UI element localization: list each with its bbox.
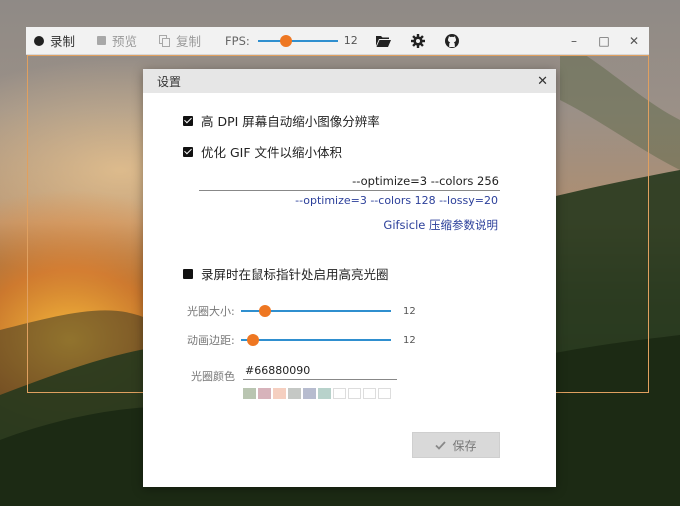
anim-margin-label: 动画边距: — [187, 334, 235, 347]
color-swatch[interactable] — [318, 388, 331, 399]
save-button[interactable]: 保存 — [412, 432, 500, 458]
optimize-gif-label: 优化 GIF 文件以缩小体积 — [201, 145, 343, 160]
optimize-gif-option[interactable]: 优化 GIF 文件以缩小体积 — [183, 142, 342, 161]
color-swatch[interactable] — [303, 388, 316, 399]
halo-color-input[interactable] — [243, 361, 397, 380]
optimize-preset-link[interactable]: --optimize=3 --colors 128 --lossy=20 — [295, 194, 498, 207]
minimize-button[interactable]: – — [559, 34, 589, 48]
high-dpi-label: 高 DPI 屏幕自动缩小图像分辨率 — [201, 114, 380, 129]
fps-slider-handle[interactable] — [279, 34, 292, 47]
record-label: 录制 — [50, 34, 76, 49]
recorder-toolbar: 录制 预览 复制 FPS: 12 – □ ✕ — [26, 27, 649, 55]
color-swatch[interactable] — [258, 388, 271, 399]
cursor-halo-option[interactable]: 录屏时在鼠标指针处启用高亮光圈 — [183, 264, 389, 283]
fps-slider[interactable] — [257, 34, 338, 47]
preview-icon — [97, 36, 107, 45]
halo-size-value: 12 — [403, 305, 416, 317]
record-icon — [34, 35, 44, 46]
checkmark-icon — [435, 440, 447, 450]
settings-dialog: 设置 ✕ 高 DPI 屏幕自动缩小图像分辨率 优化 GIF 文件以缩小体积 --… — [143, 69, 556, 487]
color-swatch[interactable] — [288, 388, 301, 399]
halo-size-slider[interactable] — [241, 305, 391, 317]
halo-size-label: 光圈大小: — [187, 305, 235, 318]
color-swatch[interactable] — [348, 388, 361, 399]
cursor-halo-label: 录屏时在鼠标指针处启用高亮光圈 — [201, 267, 389, 282]
optimize-args-input[interactable] — [199, 172, 500, 191]
copy-label: 复制 — [176, 34, 202, 49]
copy-button[interactable]: 复制 — [159, 31, 201, 50]
window-controls: – □ ✕ — [559, 27, 649, 55]
gear-icon — [410, 33, 425, 48]
folder-icon — [376, 35, 392, 47]
preview-button[interactable]: 预览 — [97, 31, 137, 50]
dialog-title: 设置 — [157, 74, 182, 89]
high-dpi-checkbox[interactable] — [183, 115, 193, 126]
anim-margin-row: 动画边距: 12 — [187, 332, 416, 348]
fps-label: FPS: — [225, 33, 250, 48]
halo-size-row: 光圈大小: 12 — [187, 303, 416, 319]
halo-size-slider-handle[interactable] — [259, 305, 271, 317]
dialog-header: 设置 ✕ — [143, 69, 556, 93]
color-swatch[interactable] — [273, 388, 286, 399]
open-folder-button[interactable] — [376, 33, 392, 49]
settings-button[interactable] — [410, 33, 426, 49]
save-label: 保存 — [452, 438, 477, 453]
optimize-gif-checkbox[interactable] — [183, 146, 193, 157]
color-swatch[interactable] — [333, 388, 346, 399]
close-button[interactable]: ✕ — [619, 34, 649, 48]
github-button[interactable] — [444, 33, 460, 49]
high-dpi-option[interactable]: 高 DPI 屏幕自动缩小图像分辨率 — [183, 111, 380, 130]
dialog-close-button[interactable]: ✕ — [537, 74, 548, 89]
color-swatches — [243, 388, 391, 399]
copy-icon — [159, 35, 171, 47]
record-button[interactable]: 录制 — [34, 31, 75, 50]
gifsicle-help-link[interactable]: Gifsicle 压缩参数说明 — [383, 217, 498, 233]
color-swatch[interactable] — [363, 388, 376, 399]
anim-margin-slider[interactable] — [241, 334, 391, 346]
cursor-halo-checkbox[interactable] — [183, 268, 193, 279]
halo-color-label: 光圈颜色 — [191, 370, 235, 383]
color-swatch[interactable] — [378, 388, 391, 399]
anim-margin-slider-handle[interactable] — [247, 334, 259, 346]
anim-margin-value: 12 — [403, 334, 416, 346]
preview-label: 预览 — [112, 34, 138, 49]
color-swatch[interactable] — [243, 388, 256, 399]
maximize-button[interactable]: □ — [589, 34, 619, 48]
github-icon — [444, 33, 459, 48]
fps-value: 12 — [343, 34, 358, 47]
